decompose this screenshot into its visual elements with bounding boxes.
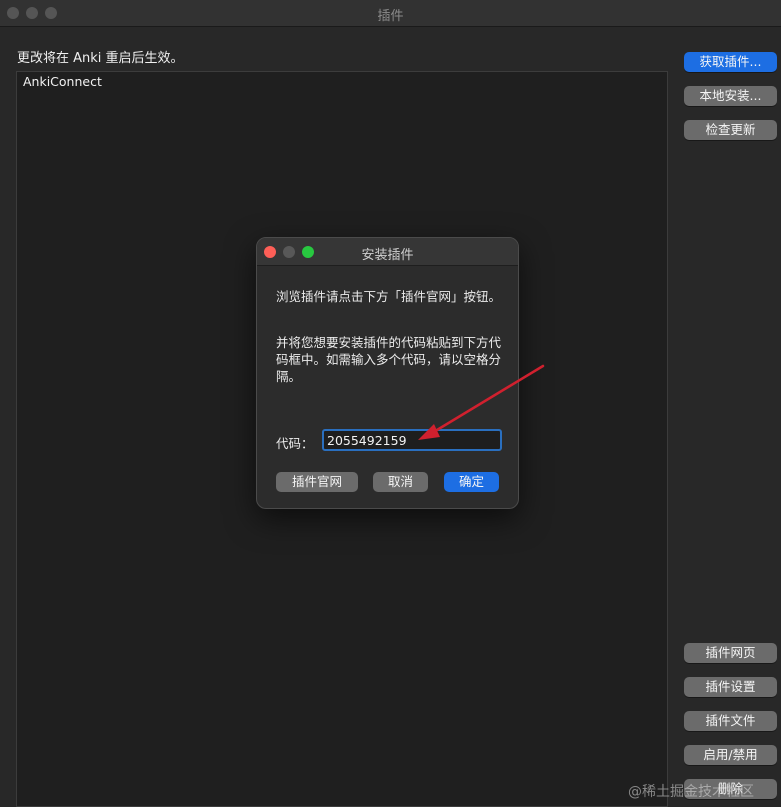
dialog-instructions-browse: 浏览插件请点击下方「插件官网」按钮。 xyxy=(276,289,502,304)
dialog-title: 安装插件 xyxy=(361,248,414,263)
cancel-button[interactable]: 取消 xyxy=(373,472,428,492)
addon-webpage-button[interactable]: 插件网页 xyxy=(684,643,777,663)
get-addons-button[interactable]: 获取插件... xyxy=(684,52,777,72)
install-from-file-button[interactable]: 本地安装... xyxy=(684,86,777,106)
addon-files-button[interactable]: 插件文件 xyxy=(684,711,777,731)
annotation-arrow-icon xyxy=(418,364,545,440)
addon-website-button[interactable]: 插件官网 xyxy=(276,472,358,492)
ok-button[interactable]: 确定 xyxy=(444,472,499,492)
code-label: 代码： xyxy=(276,436,314,451)
watermark: @稀土掘金技术社区 xyxy=(628,784,754,800)
dialog-titlebar: 安装插件 xyxy=(257,238,518,266)
list-item[interactable]: AnkiConnect xyxy=(23,74,102,89)
check-updates-button[interactable]: 检查更新 xyxy=(684,120,777,140)
toggle-enabled-button[interactable]: 启用/禁用 xyxy=(684,745,777,765)
addon-config-button[interactable]: 插件设置 xyxy=(684,677,777,697)
window-title: 插件 xyxy=(377,9,404,24)
window-titlebar: 插件 xyxy=(0,0,781,27)
restart-notice: 更改将在 Anki 重启后生效。 xyxy=(17,51,184,66)
